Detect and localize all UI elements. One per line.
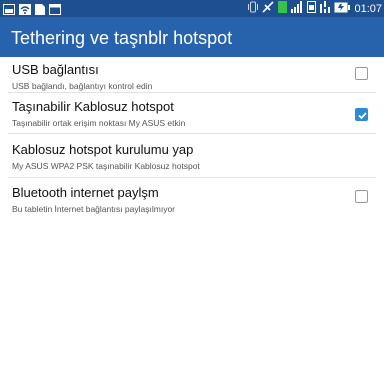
- status-bar: 01:07: [0, 0, 384, 17]
- list-item-subtitle: My ASUS WPA2 PSK taşınabilir Kablosuz ho…: [12, 161, 200, 171]
- divider: [8, 133, 376, 134]
- bluetooth-tethering-checkbox[interactable]: [355, 190, 368, 203]
- system-icons: 01:07: [248, 1, 382, 17]
- divider: [8, 92, 376, 93]
- list-item-hotspot-setup[interactable]: Kablosuz hotspot kurulumu yap My ASUS WP…: [0, 137, 384, 179]
- sim-icon: [307, 1, 317, 17]
- page-title: Tethering ve taşnblr hotspot: [11, 28, 233, 48]
- data-icon: [278, 1, 288, 17]
- battery-icon: [334, 2, 351, 17]
- signal-icon: [291, 1, 303, 17]
- list-item-subtitle: Taşınabilir ortak erişim noktası My ASUS…: [12, 118, 186, 128]
- list-item-title: Bluetooth internet paylşm: [12, 185, 159, 200]
- usb-tethering-checkbox[interactable]: [355, 67, 368, 80]
- wifi-signal-icon: [320, 1, 331, 17]
- action-bar: Tethering ve taşnblr hotspot: [0, 17, 384, 57]
- list-item-portable-hotspot[interactable]: Taşınabilir Kablosuz hotspot Taşınabilir…: [0, 94, 384, 136]
- list-item-subtitle: USB bağlandı, bağlantıyı kontrol edin: [12, 81, 153, 91]
- vibrate-icon: [248, 1, 259, 17]
- list-item-title: Kablosuz hotspot kurulumu yap: [12, 142, 194, 157]
- portable-hotspot-checkbox[interactable]: [355, 108, 368, 121]
- list-item-bluetooth-tethering[interactable]: Bluetooth internet paylşm Bu tabletin İn…: [0, 180, 384, 222]
- list-item-title: USB bağlantısı: [12, 62, 99, 77]
- divider: [8, 177, 376, 178]
- clock: 01:07: [354, 3, 382, 15]
- list-item-subtitle: Bu tabletin İnternet bağlantısı paylaşıl…: [12, 204, 176, 214]
- checkmark-icon: [358, 112, 367, 120]
- list-item-title: Taşınabilir Kablosuz hotspot: [12, 99, 174, 114]
- nfc-icon: [262, 1, 275, 17]
